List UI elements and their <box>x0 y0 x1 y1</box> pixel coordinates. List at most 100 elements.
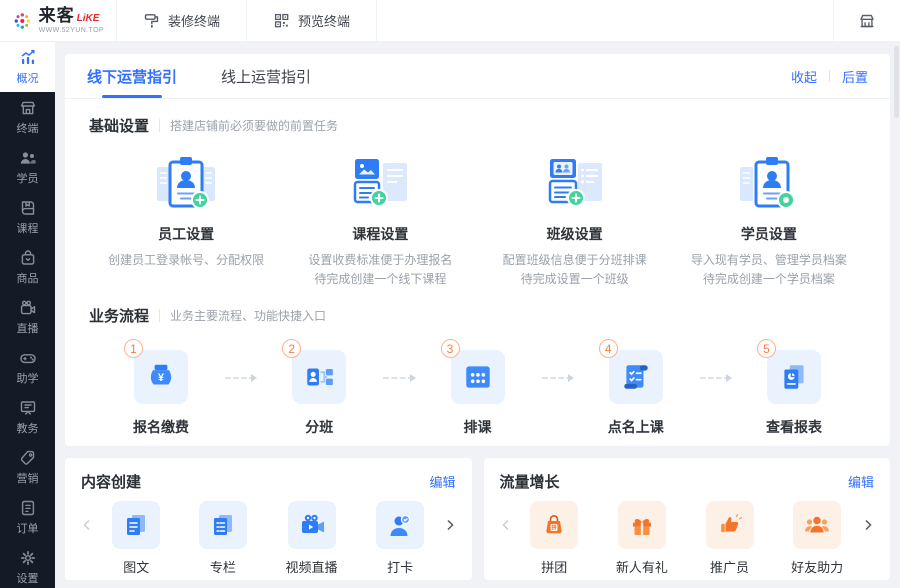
tab-online-guide[interactable]: 线上运营指引 <box>221 54 311 98</box>
friends-boost-icon <box>805 516 830 533</box>
decorate-terminal-button[interactable]: 装修终端 <box>117 0 246 41</box>
content-item-article[interactable]: 图文 <box>112 501 161 576</box>
flow-step-report[interactable]: 5 查看报表 <box>730 339 858 446</box>
preview-terminal-button[interactable]: 预览终端 <box>247 0 376 41</box>
flow-connector-arrow <box>699 374 733 382</box>
sidebar-item-students[interactable]: 学员 <box>0 142 55 192</box>
sidebar-item-academic[interactable]: 教务 <box>0 392 55 442</box>
scrollbar-thumb[interactable] <box>894 46 899 118</box>
section-title: 业务流程 <box>89 308 150 325</box>
step-desc: 将学员指派到具体班级中 <box>231 444 407 446</box>
step-desc: 记录学员出勤，执行扣费操作 <box>548 444 724 446</box>
rollcall-scroll-icon <box>624 365 648 389</box>
sidebar-item-terminal[interactable]: 终端 <box>0 92 55 142</box>
group-buy-icon: 拼 <box>546 515 562 534</box>
overview-chart-icon <box>21 49 35 64</box>
storefront-icon <box>20 101 35 114</box>
course-book-icon <box>21 200 34 215</box>
tile-label: 新人有礼 <box>615 560 668 575</box>
step-number-badge: 5 <box>757 339 776 358</box>
shop-home-button[interactable] <box>834 0 900 41</box>
sidebar-label: 概况 <box>16 72 39 85</box>
sidebar-item-goods[interactable]: 商品 <box>0 242 55 292</box>
step-desc: 学员续费或新学员报名缴费 <box>73 444 249 446</box>
promoter-icon <box>720 514 742 533</box>
step-title: 排课 <box>463 419 492 435</box>
operation-guide-card: 线下运营指引 线上运营指引 收起 后置 基础设置 搭建店铺前必须要做的前置任务 <box>65 54 890 446</box>
postpone-link[interactable]: 后置 <box>842 67 868 86</box>
carousel-prev-button[interactable] <box>81 501 93 532</box>
tab-offline-guide[interactable]: 线下运营指引 <box>87 54 177 98</box>
setup-item-desc: 导入现有学员、管理学员档案 <box>690 253 847 267</box>
content-item-column[interactable]: 专栏 <box>198 501 247 576</box>
app-window: 来客 LiKE WWW.52YUN.TOP 装修终端 预览终端 概况 终端 学员… <box>0 0 900 588</box>
step-title: 分班 <box>305 419 334 435</box>
setup-item-desc2: 待完成设置一个班级 <box>520 272 629 286</box>
divider <box>376 0 378 42</box>
chevron-left-icon <box>83 519 90 531</box>
settings-gear-icon <box>20 550 35 565</box>
step-title: 报名缴费 <box>133 419 189 435</box>
growth-item-promoter[interactable]: 推广员 <box>705 501 754 576</box>
column-icon <box>213 515 232 535</box>
schedule-calendar-icon <box>465 366 490 388</box>
growth-item-newcomer-gift[interactable]: 新人有礼 <box>616 501 668 576</box>
setup-item-student[interactable]: 学员设置 导入现有学员、管理学员档案 待完成创建一个学员档案 <box>672 154 866 289</box>
topbar: 来客 LiKE WWW.52YUN.TOP 装修终端 预览终端 <box>0 0 900 42</box>
marketing-tag-icon <box>20 450 34 465</box>
brand-mark: LiKE <box>76 13 100 24</box>
flow-step-schedule[interactable]: 3 排课 设置上课计划，生成课程表 <box>414 339 542 446</box>
sidebar-item-marketing[interactable]: 营销 <box>0 442 55 492</box>
assign-class-icon <box>307 368 334 386</box>
setup-item-title: 课程设置 <box>352 226 409 242</box>
section-subtitle: 业务主要流程、功能快捷入口 <box>170 309 327 323</box>
sidebar-label: 直播 <box>16 322 39 335</box>
logo-flower-icon <box>14 12 31 29</box>
sidebar-label: 营销 <box>16 472 39 485</box>
sidebar-label: 助学 <box>16 372 39 385</box>
content-item-checkin[interactable]: 打卡 <box>376 501 425 576</box>
collapse-link[interactable]: 收起 <box>791 67 817 86</box>
step-title: 查看报表 <box>766 419 822 435</box>
step-desc: 统计分析，辅助决策 <box>706 444 882 446</box>
divider <box>159 309 161 322</box>
live-camera-icon <box>20 300 35 314</box>
svg-text:¥: ¥ <box>158 372 164 384</box>
setup-item-course[interactable]: 课程设置 设置收费标准便于办理报名 待完成创建一个线下课程 <box>283 154 477 289</box>
sidebar-item-overview[interactable]: 概况 <box>0 42 55 92</box>
sidebar-label: 商品 <box>16 272 39 285</box>
content-edit-link[interactable]: 编辑 <box>429 472 455 491</box>
carousel-next-button[interactable] <box>862 501 874 532</box>
sidebar-item-live[interactable]: 直播 <box>0 292 55 342</box>
money-bag-icon: ¥ <box>150 364 172 385</box>
sidebar-item-study-aid[interactable]: 助学 <box>0 342 55 392</box>
flow-connector-arrow <box>541 374 575 382</box>
sidebar-item-courses[interactable]: 课程 <box>0 192 55 242</box>
business-flow-section: 业务流程 业务主要流程、功能快捷入口 1 ¥ 报名缴费 2 分班 3 排课 4 … <box>65 289 890 446</box>
sidebar-item-settings[interactable]: 设置 <box>0 542 55 588</box>
flow-step-enroll-pay[interactable]: 1 ¥ 报名缴费 学员续费或新学员报名缴费 <box>97 339 225 446</box>
carousel-next-button[interactable] <box>444 501 456 532</box>
guide-tabbar: 线下运营指引 线上运营指引 收起 后置 <box>65 54 890 99</box>
step-desc: 设置上课计划，生成课程表 <box>390 444 566 446</box>
sidebar-label: 教务 <box>16 422 39 435</box>
growth-item-friends-boost[interactable]: 好友助力 <box>791 501 843 576</box>
basic-settings-section: 基础设置 搭建店铺前必须要做的前置任务 员工设置 创建员工登录帐号、分配权限 课… <box>65 99 890 289</box>
carousel-prev-button[interactable] <box>500 501 512 532</box>
setup-item-desc2: 待完成创建一个学员档案 <box>702 272 835 286</box>
setup-item-desc2: 待完成创建一个线下课程 <box>314 272 447 286</box>
students-icon <box>20 151 36 164</box>
tile-label: 拼团 <box>541 560 568 575</box>
flow-step-rollcall[interactable]: 4 点名上课 <box>572 339 700 446</box>
brand-name: 来客 <box>38 6 75 25</box>
sidebar-label: 终端 <box>16 122 39 135</box>
flow-step-assign-class[interactable]: 2 分班 <box>255 339 383 446</box>
staff-clipboard-icon <box>157 157 216 209</box>
growth-edit-link[interactable]: 编辑 <box>848 472 874 491</box>
growth-item-group-buy[interactable]: 拼 拼团 <box>530 501 579 576</box>
setup-item-class[interactable]: 班级设置 配置班级信息便于分班排课 待完成设置一个班级 <box>478 154 672 289</box>
setup-item-staff[interactable]: 员工设置 创建员工登录帐号、分配权限 <box>89 154 283 289</box>
content-item-video-live[interactable]: 视频直播 <box>286 501 338 576</box>
sidebar-item-orders[interactable]: 订单 <box>0 492 55 542</box>
content-creation-card: 内容创建 编辑 图文 专栏 视频直播 打卡 <box>65 458 472 580</box>
